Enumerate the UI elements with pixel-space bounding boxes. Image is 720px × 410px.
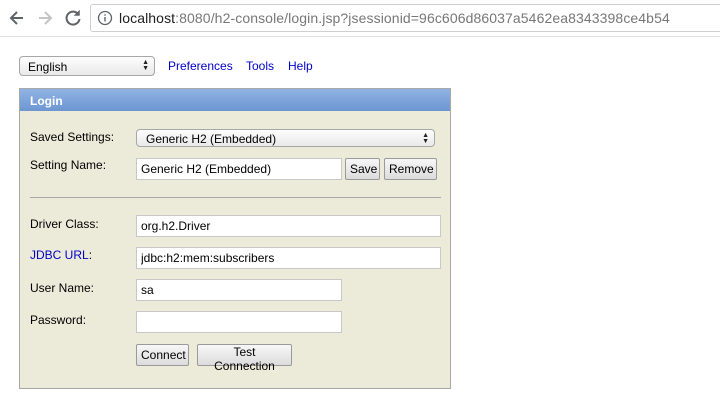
preferences-link[interactable]: Preferences	[168, 59, 233, 73]
tools-link[interactable]: Tools	[246, 59, 274, 73]
url-path: :8080/h2-console/login.jsp?jsessionid=96…	[175, 10, 670, 26]
driver-class-input[interactable]	[136, 215, 441, 237]
info-icon[interactable]	[97, 10, 113, 26]
saved-settings-label: Saved Settings:	[30, 130, 115, 144]
select-arrows-icon: ▲ ▼	[422, 132, 429, 145]
jdbc-url-label: JDBC URL:	[30, 248, 92, 262]
reload-button[interactable]	[63, 8, 83, 28]
driver-class-label: Driver Class:	[30, 217, 99, 231]
login-title: Login	[30, 94, 63, 108]
remove-button[interactable]: Remove	[384, 158, 437, 180]
save-button[interactable]: Save	[345, 158, 380, 180]
jdbc-url-colon: :	[88, 248, 93, 262]
help-link[interactable]: Help	[288, 59, 313, 73]
forward-button[interactable]	[35, 8, 55, 28]
arrow-left-icon	[9, 11, 23, 25]
divider	[30, 197, 441, 198]
setting-name-input[interactable]	[136, 158, 342, 180]
url-host: localhost	[119, 10, 176, 26]
jdbc-url-input[interactable]	[136, 247, 441, 269]
jdbc-url-link[interactable]: JDBC URL	[30, 248, 89, 262]
login-header: Login	[20, 89, 450, 111]
user-name-input[interactable]	[136, 279, 342, 301]
user-name-label: User Name:	[30, 281, 95, 295]
back-button[interactable]	[7, 8, 27, 28]
password-label: Password:	[30, 313, 87, 327]
language-select[interactable]: English ▲ ▼	[19, 56, 155, 76]
arrow-right-icon	[39, 11, 53, 25]
address-bar[interactable]: localhost:8080/h2-console/login.jsp?jses…	[90, 4, 720, 32]
test-connection-button[interactable]: Test Connection	[197, 344, 292, 373]
reload-icon	[65, 10, 81, 26]
password-input[interactable]	[136, 311, 342, 333]
url-text[interactable]: localhost:8080/h2-console/login.jsp?jses…	[119, 10, 670, 26]
select-arrows-icon: ▲ ▼	[142, 59, 149, 72]
language-value: English	[28, 60, 68, 74]
saved-settings-select[interactable]: Generic H2 (Embedded) ▲ ▼	[136, 129, 435, 147]
setting-name-label: Setting Name:	[30, 158, 107, 172]
saved-settings-value: Generic H2 (Embedded)	[146, 132, 277, 146]
login-panel: Login Saved Settings: Generic H2 (Embedd…	[19, 88, 451, 389]
connect-button[interactable]: Connect	[136, 344, 189, 366]
browser-toolbar: localhost:8080/h2-console/login.jsp?jses…	[0, 0, 720, 37]
